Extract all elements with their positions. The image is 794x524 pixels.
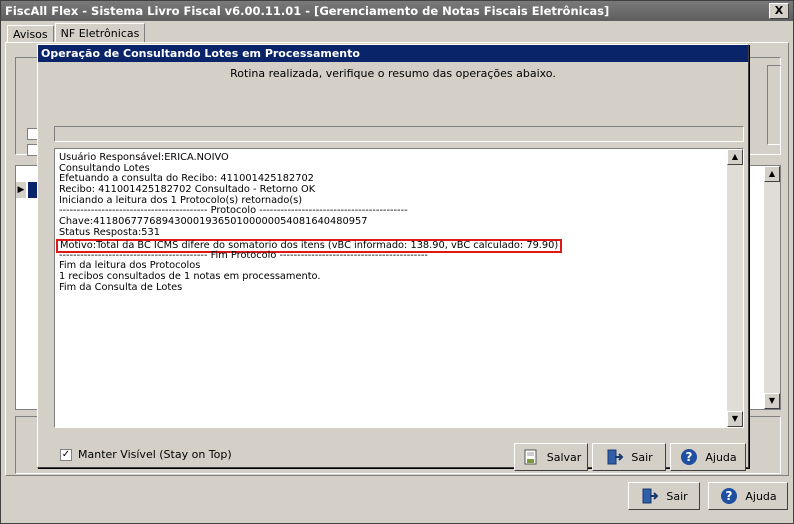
log-line: Efetuando a consulta do Recibo: 41100142…	[59, 173, 314, 185]
tab-nf-eletronicas[interactable]: NF Eletrônicas	[54, 23, 146, 43]
scroll-up-icon[interactable]: ▲	[764, 166, 780, 182]
log-line: 1 recibos consultados de 1 notas em proc…	[59, 270, 321, 282]
log-line: Usuário Responsável:ERICA.NOIVO	[59, 152, 229, 163]
main-help-label: Ajuda	[745, 489, 777, 503]
filter-side-panel	[767, 65, 781, 145]
svg-text:?: ?	[726, 489, 733, 503]
log-line: Status Resposta:531	[59, 226, 160, 238]
main-exit-button[interactable]: Sair	[628, 482, 700, 510]
svg-text:?: ?	[686, 450, 693, 464]
help-icon: ?	[719, 486, 739, 506]
dialog-exit-label: Sair	[631, 450, 653, 464]
log-scrollbar[interactable]: ▲ ▼	[727, 149, 743, 427]
dialog-exit-button[interactable]: Sair	[592, 443, 666, 471]
log-line: Iniciando a leitura dos 1 Protocolo(s) r…	[59, 194, 303, 206]
save-document-icon	[521, 447, 541, 467]
log-line: Fim da leitura dos Protocolos	[59, 260, 201, 272]
log-line: Recibo: 411001425182702 Consultado - Ret…	[59, 184, 316, 196]
dialog-help-button[interactable]: ? Ajuda	[670, 443, 746, 471]
help-icon: ?	[679, 447, 699, 467]
main-help-button[interactable]: ? Ajuda	[708, 482, 788, 510]
status-message: Rotina realizada, verifique o resumo das…	[230, 67, 556, 80]
stay-on-top-label: Manter Visível (Stay on Top)	[78, 448, 232, 461]
scroll-up-icon[interactable]: ▲	[727, 149, 743, 165]
tab-avisos[interactable]: Avisos	[7, 25, 54, 43]
dialog-title: Operação de Consultando Lotes em Process…	[41, 47, 360, 60]
scroll-down-icon[interactable]: ▼	[764, 393, 780, 409]
progress-bar	[54, 126, 744, 142]
save-button[interactable]: Salvar	[514, 443, 588, 471]
log-line: ----------------------------------------…	[59, 205, 408, 217]
log-lines: Usuário Responsável:ERICA.NOIVO Consulta…	[56, 152, 719, 293]
main-window: FiscAll Flex - Sistema Livro Fiscal v6.0…	[0, 0, 794, 524]
main-window-title: FiscAll Flex - Sistema Livro Fiscal v6.0…	[5, 4, 610, 18]
dialog-titlebar[interactable]: Operação de Consultando Lotes em Process…	[38, 45, 748, 62]
main-titlebar[interactable]: FiscAll Flex - Sistema Livro Fiscal v6.0…	[1, 1, 793, 21]
row-indicator-icon: ▶	[16, 182, 26, 198]
exit-door-icon	[605, 447, 625, 467]
log-line: Consultando Lotes	[59, 162, 150, 174]
main-exit-label: Sair	[666, 489, 688, 503]
main-close-button[interactable]: X	[769, 3, 789, 19]
exit-door-icon	[640, 486, 660, 506]
lotes-dialog: Operação de Consultando Lotes em Process…	[37, 44, 749, 471]
save-label: Salvar	[546, 450, 582, 464]
log-line: Fim da Consulta de Lotes	[59, 281, 183, 293]
stay-on-top-checkbox[interactable]: ✓	[60, 448, 72, 461]
scroll-down-icon[interactable]: ▼	[727, 411, 743, 427]
dialog-help-label: Ajuda	[705, 450, 737, 464]
stay-on-top-row[interactable]: ✓ Manter Visível (Stay on Top)	[60, 448, 232, 461]
operation-log[interactable]: Usuário Responsável:ERICA.NOIVO Consulta…	[54, 148, 744, 428]
grid-scrollbar[interactable]: ▲ ▼	[764, 166, 780, 409]
log-line: Chave:4118067776894300019365010000005408…	[59, 216, 368, 228]
main-footer: Sair ? Ajuda	[1, 479, 793, 523]
tab-bar: Avisos NF Eletrônicas	[7, 23, 146, 43]
log-line: ----------------------------------------…	[59, 249, 428, 261]
